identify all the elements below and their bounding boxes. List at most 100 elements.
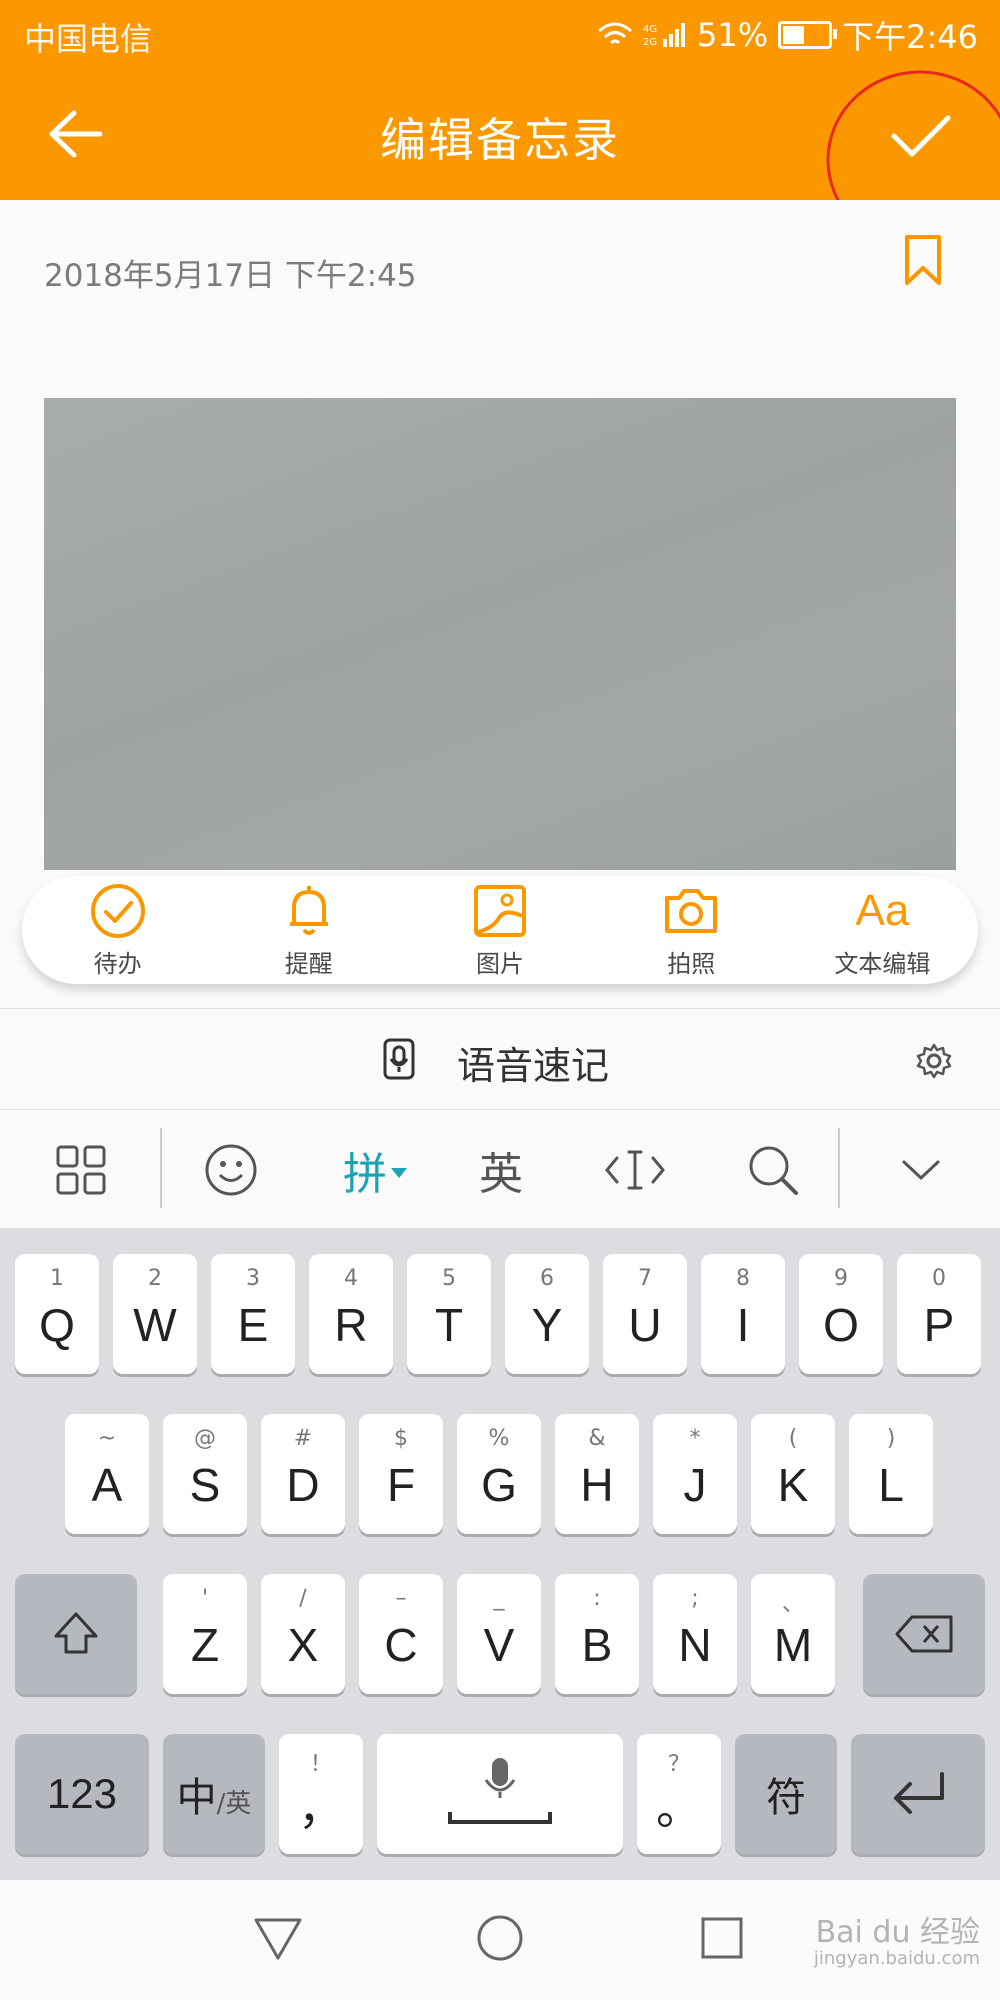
key-b[interactable]: :B — [555, 1574, 639, 1694]
back-triangle-icon[interactable] — [252, 1916, 304, 1962]
backspace-key[interactable] — [863, 1574, 985, 1694]
check-circle-icon — [90, 883, 145, 938]
pinyin-label: 拼 — [343, 1149, 387, 1200]
ime-emoji-button[interactable] — [190, 1110, 272, 1230]
comma-key[interactable]: ！， — [279, 1734, 363, 1854]
key-x[interactable]: / X — [261, 1574, 345, 1694]
key-label: Y — [531, 1299, 563, 1351]
image-icon — [474, 884, 526, 937]
key-q[interactable]: 1Q — [15, 1254, 99, 1374]
gear-icon[interactable] — [916, 1043, 952, 1079]
shift-key[interactable] — [15, 1574, 137, 1694]
key-hint: ！ — [309, 1752, 332, 1777]
ime-collapse-button[interactable] — [880, 1110, 962, 1230]
space-key[interactable] — [377, 1734, 623, 1854]
camera-button[interactable]: 拍照 — [596, 876, 787, 984]
key-hint: 8 — [736, 1266, 750, 1291]
smiley-icon — [205, 1144, 257, 1196]
ime-cursor-button[interactable] — [594, 1110, 676, 1230]
home-circle-icon[interactable] — [476, 1914, 524, 1962]
key-m[interactable]: 、 M — [751, 1574, 835, 1694]
key-z[interactable]: ' Z — [163, 1574, 247, 1694]
key-label: B — [581, 1619, 613, 1671]
key-hint: 6 — [540, 1266, 554, 1291]
key-n[interactable]: ; N — [653, 1574, 737, 1694]
microphone-icon — [448, 1758, 552, 1824]
key-c[interactable]: – C — [359, 1574, 443, 1694]
todo-button[interactable]: 待办 — [22, 876, 213, 984]
key-label: F — [386, 1459, 416, 1511]
key-g[interactable]: % G — [457, 1414, 541, 1534]
key-label: 123 — [46, 1770, 118, 1817]
image-button[interactable]: 图片 — [404, 876, 595, 984]
note-image[interactable] — [44, 398, 956, 870]
key-label: D — [286, 1459, 320, 1511]
key-label: I — [736, 1299, 750, 1351]
key-f[interactable]: $ F — [359, 1414, 443, 1534]
key-label: A — [91, 1459, 123, 1511]
enter-key[interactable] — [851, 1734, 985, 1854]
reminder-button[interactable]: 提醒 — [213, 876, 404, 984]
key-v[interactable]: _ V — [457, 1574, 541, 1694]
key-hint: 5 — [442, 1266, 456, 1291]
text-edit-button[interactable]: Aa 文本编辑 — [787, 876, 978, 984]
key-hint: % — [488, 1426, 510, 1451]
key-h[interactable]: & H — [555, 1414, 639, 1534]
lang-switch-key[interactable]: 中/英 — [163, 1734, 265, 1854]
text-format-icon: Aa — [855, 885, 910, 935]
key-p[interactable]: 0P — [897, 1254, 981, 1374]
voice-note-bar[interactable]: 语音速记 — [0, 1008, 1000, 1110]
key-u[interactable]: 7U — [603, 1254, 687, 1374]
key-e[interactable]: 3E — [211, 1254, 295, 1374]
key-o[interactable]: 9O — [799, 1254, 883, 1374]
text-edit-label: 文本编辑 — [834, 949, 931, 978]
key-hint: ？ — [667, 1752, 690, 1777]
key-y[interactable]: 6Y — [505, 1254, 589, 1374]
key-hint: ~ — [97, 1426, 117, 1451]
key-label: E — [237, 1299, 269, 1351]
key-label: J — [683, 1459, 707, 1511]
recents-square-icon[interactable] — [700, 1916, 744, 1960]
key-hint: ) — [886, 1426, 896, 1451]
key-hint: / — [299, 1586, 307, 1611]
key-r[interactable]: 4R — [309, 1254, 393, 1374]
key-label: Z — [190, 1619, 220, 1671]
key-d[interactable]: # D — [261, 1414, 345, 1534]
key-hint: 0 — [932, 1266, 946, 1291]
todo-label: 待办 — [93, 949, 142, 978]
key-label: H — [580, 1459, 614, 1511]
numbers-key[interactable]: 123 — [15, 1734, 149, 1854]
key-l[interactable]: ) L — [849, 1414, 933, 1534]
period-key[interactable]: ？。 — [637, 1734, 721, 1854]
key-hint: 、 — [781, 1592, 804, 1617]
key-hint: _ — [493, 1586, 505, 1611]
key-label: ， — [298, 1782, 344, 1834]
key-label: O — [823, 1299, 859, 1351]
key-label: M — [773, 1619, 813, 1671]
watermark: Bai du 经验 jingyan.baidu.com — [814, 1916, 980, 1969]
key-j[interactable]: * J — [653, 1414, 737, 1534]
key-label: C — [384, 1619, 418, 1671]
bookmark-icon[interactable] — [904, 234, 942, 286]
key-hint: 9 — [834, 1266, 848, 1291]
ime-search-button[interactable] — [732, 1110, 814, 1230]
key-t[interactable]: 5T — [407, 1254, 491, 1374]
ime-english-button[interactable]: 英 — [460, 1110, 542, 1230]
key-w[interactable]: 2W — [113, 1254, 197, 1374]
ime-apps-button[interactable] — [40, 1110, 122, 1230]
clock: 下午2:46 — [842, 18, 978, 56]
enter-icon — [894, 1772, 944, 1814]
ime-divider — [838, 1128, 840, 1208]
ime-pinyin-button[interactable]: 拼 — [320, 1110, 430, 1230]
key-hint: : — [593, 1586, 601, 1611]
watermark-url: jingyan.baidu.com — [813, 1948, 980, 1969]
key-label: P — [923, 1299, 955, 1351]
key-i[interactable]: 8I — [701, 1254, 785, 1374]
symbols-key[interactable]: 符 — [735, 1734, 837, 1854]
key-hint: * — [689, 1426, 701, 1451]
key-label: G — [481, 1459, 517, 1511]
key-k[interactable]: (K — [751, 1414, 835, 1534]
key-label: S — [189, 1459, 221, 1511]
key-a[interactable]: ~ A — [65, 1414, 149, 1534]
key-s[interactable]: @ S — [163, 1414, 247, 1534]
